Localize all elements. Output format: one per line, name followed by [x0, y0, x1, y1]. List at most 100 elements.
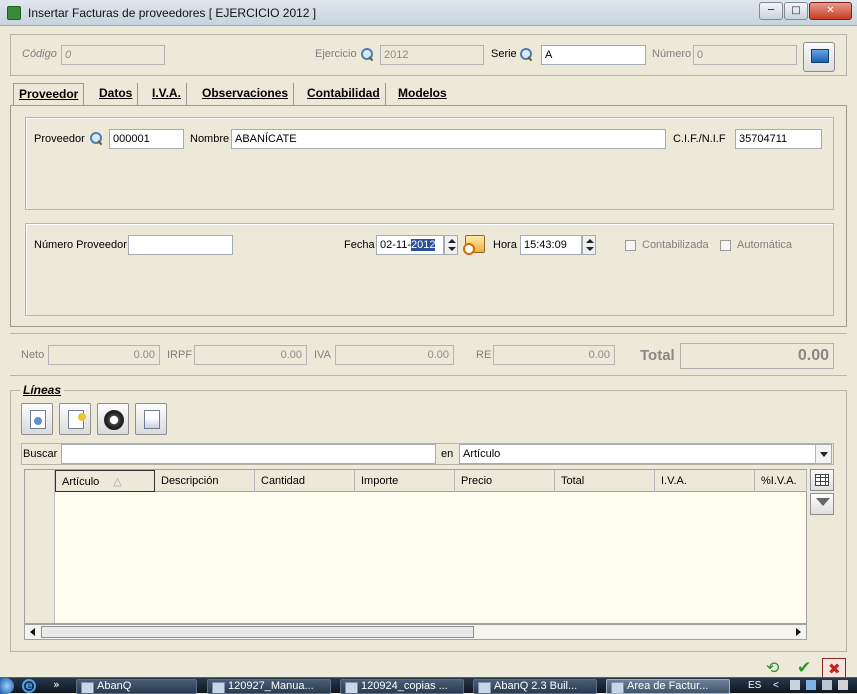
- browser-icon[interactable]: e: [22, 679, 36, 693]
- en-label: en: [441, 448, 454, 460]
- table-header: Artículo △ Descripción Cantidad Importe P…: [55, 470, 807, 492]
- search-field-select[interactable]: Artículo: [459, 444, 832, 464]
- column-header-total[interactable]: Total: [555, 470, 655, 492]
- maximize-button[interactable]: □: [784, 2, 808, 20]
- horizontal-scrollbar[interactable]: [24, 624, 807, 640]
- tab-observaciones[interactable]: Observaciones: [197, 83, 295, 105]
- tab-datos[interactable]: Datos: [94, 83, 139, 105]
- hora-spinner[interactable]: [582, 235, 596, 255]
- tab-modelos[interactable]: Modelos: [393, 83, 452, 105]
- edit-line-button[interactable]: [59, 403, 91, 435]
- taskbar-item-manual[interactable]: 120927_Manua...: [207, 679, 331, 694]
- computer-icon: [811, 49, 829, 63]
- column-articulo-label: Artículo: [62, 476, 100, 488]
- serie-field[interactable]: A: [541, 45, 646, 65]
- numero-proveedor-field[interactable]: [128, 235, 233, 255]
- taskbar: e » AbanQ 120927_Manua... 120924_copias …: [0, 677, 857, 694]
- total-label: Total: [640, 347, 675, 364]
- irpf-field[interactable]: 0.00: [194, 345, 307, 365]
- re-field[interactable]: 0.00: [493, 345, 615, 365]
- column-header-descripcion[interactable]: Descripción: [155, 470, 255, 492]
- scroll-thumb[interactable]: [41, 626, 474, 638]
- table-row-header: [25, 470, 55, 623]
- start-button[interactable]: [0, 678, 14, 694]
- serie-label: Serie: [491, 48, 517, 60]
- numero-label: Número: [652, 48, 692, 60]
- scroll-left-icon[interactable]: [30, 628, 35, 636]
- automatica-checkbox[interactable]: [720, 240, 731, 251]
- language-indicator[interactable]: ES: [748, 680, 761, 691]
- buscar-label: Buscar: [23, 448, 58, 460]
- hora-label: Hora: [493, 239, 517, 251]
- cif-field[interactable]: 35704711: [735, 129, 822, 149]
- fecha-spinner[interactable]: [444, 235, 458, 255]
- numero-proveedor-label: Número Proveedor: [34, 239, 127, 251]
- network-icon[interactable]: [790, 680, 800, 690]
- taskbar-item-copias[interactable]: 120924_copias ...: [340, 679, 464, 694]
- iva-field[interactable]: 0.00: [335, 345, 454, 365]
- automatica-label: Automática: [737, 239, 793, 251]
- search-input[interactable]: [61, 444, 436, 464]
- hora-field[interactable]: 15:43:09: [520, 235, 582, 255]
- column-header-iva[interactable]: I.V.A.: [655, 470, 755, 492]
- bluetooth-icon[interactable]: [806, 680, 816, 690]
- close-button[interactable]: ✕: [809, 2, 852, 20]
- nombre-field[interactable]: ABANÍCATE: [231, 129, 666, 149]
- neto-label: Neto: [21, 349, 45, 361]
- view-line-button[interactable]: [135, 403, 167, 435]
- numero-field[interactable]: 0: [693, 45, 797, 65]
- tray-icon[interactable]: [838, 680, 848, 690]
- proveedor-label: Proveedor: [34, 133, 85, 145]
- irpf-label: IRPF: [167, 349, 193, 361]
- search-field-value: Artículo: [463, 448, 501, 460]
- total-field[interactable]: 0.00: [680, 343, 834, 369]
- minimize-button[interactable]: ─: [759, 2, 783, 20]
- filter-button[interactable]: [810, 493, 834, 515]
- ejercicio-search-icon[interactable]: [361, 48, 374, 61]
- tab-contabilidad[interactable]: Contabilidad: [302, 83, 386, 105]
- taskbar-item-abanq-build[interactable]: AbanQ 2.3 Buil...: [473, 679, 597, 694]
- fecha-year-selected: 2012: [410, 239, 436, 251]
- neto-field[interactable]: 0.00: [48, 345, 160, 365]
- delete-disc-icon: [104, 410, 124, 430]
- tray-expand-button[interactable]: <: [773, 680, 779, 691]
- proveedor-field[interactable]: 000001: [109, 129, 184, 149]
- column-header-cantidad[interactable]: Cantidad: [255, 470, 355, 492]
- taskbar-item-area-facturacion[interactable]: Area de Factur...: [606, 679, 730, 694]
- tab-proveedor[interactable]: Proveedor: [13, 83, 85, 106]
- cif-label: C.I.F./N.I.F: [673, 133, 726, 145]
- fecha-day-month: 02-11-: [380, 239, 411, 251]
- column-header-porcentaje-iva[interactable]: %I.V.A.: [755, 470, 807, 492]
- lineas-table[interactable]: Artículo △ Descripción Cantidad Importe P…: [24, 469, 807, 624]
- proveedor-search-icon[interactable]: [90, 132, 103, 145]
- column-header-precio[interactable]: Precio: [455, 470, 555, 492]
- column-header-importe[interactable]: Importe: [355, 470, 455, 492]
- computer-icon-button[interactable]: [803, 42, 835, 72]
- contabilizada-checkbox[interactable]: [625, 240, 636, 251]
- volume-icon[interactable]: [822, 680, 832, 690]
- chevron-down-icon[interactable]: [815, 445, 831, 463]
- ejercicio-field[interactable]: 2012: [380, 45, 484, 65]
- edit-document-icon: [68, 410, 86, 429]
- ejercicio-label: Ejercicio: [315, 48, 357, 60]
- iva-label: IVA: [314, 349, 331, 361]
- taskbar-item-abanq[interactable]: AbanQ: [76, 679, 197, 694]
- delete-line-button[interactable]: [97, 403, 129, 435]
- table-view-button[interactable]: [810, 469, 834, 491]
- insert-line-button[interactable]: [21, 403, 53, 435]
- serie-search-icon[interactable]: [520, 48, 533, 61]
- app-icon: [7, 6, 21, 20]
- codigo-field[interactable]: 0: [61, 45, 165, 65]
- re-label: RE: [476, 349, 492, 361]
- nombre-label: Nombre: [190, 133, 230, 145]
- window-title: Insertar Facturas de proveedores [ EJERC…: [28, 6, 317, 20]
- fecha-field[interactable]: 02-11-2012: [376, 235, 444, 255]
- scroll-right-icon[interactable]: [796, 628, 801, 636]
- title-bar: Insertar Facturas de proveedores [ EJERC…: [0, 0, 857, 26]
- insert-document-icon: [30, 410, 46, 429]
- sort-indicator-icon: △: [113, 476, 122, 488]
- tab-iva[interactable]: I.V.A.: [147, 83, 187, 105]
- column-header-articulo[interactable]: Artículo △: [55, 470, 155, 492]
- quicklaunch-more-button[interactable]: »: [53, 678, 60, 691]
- calendar-icon[interactable]: [463, 235, 485, 255]
